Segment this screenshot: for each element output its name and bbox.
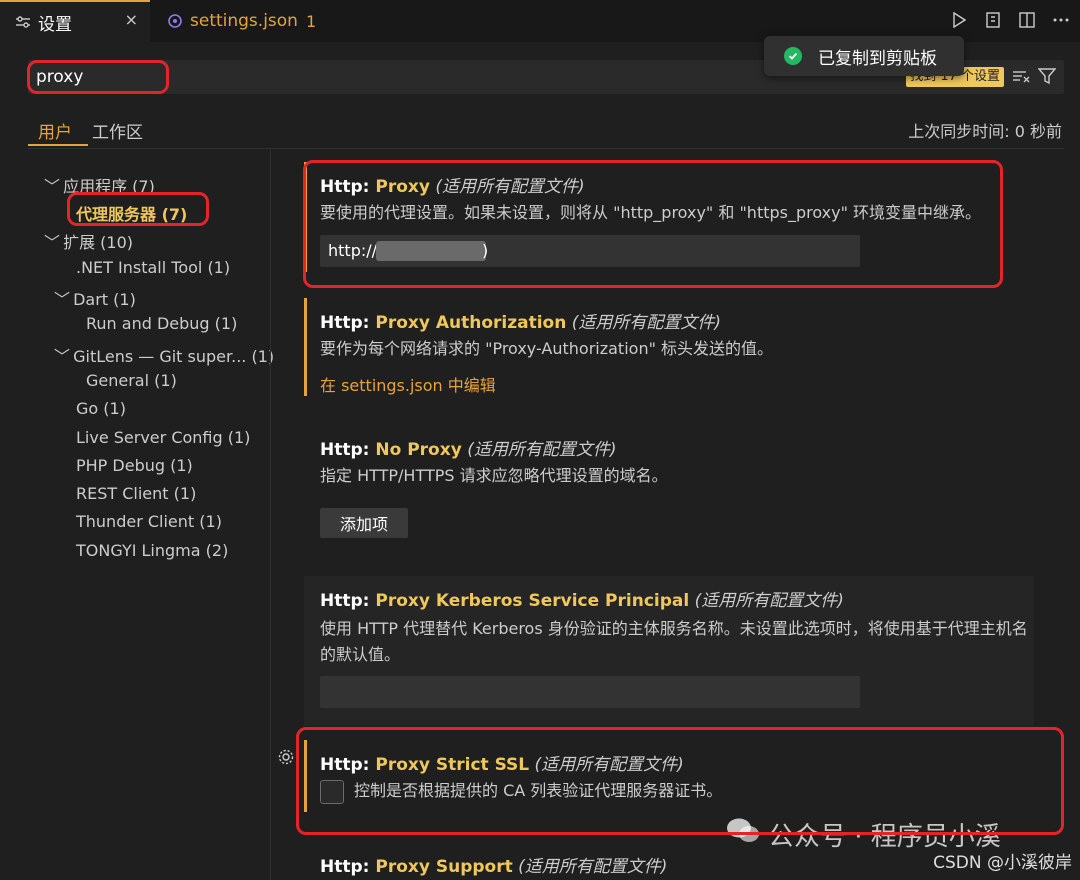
tab-settings-json-label: settings.json (190, 11, 298, 31)
sync-status: 上次同步时间: 0 秒前 (908, 122, 1062, 141)
chevron-down-icon: ﹀ (54, 347, 71, 366)
run-icon[interactable] (948, 9, 970, 31)
setting-title: Http: Proxy Authorization (适用所有配置文件) (320, 308, 721, 333)
settings-toc: ﹀ 应用程序 (7) 代理服务器 (7) ﹀ 扩展 (10) .NET Inst… (28, 160, 274, 880)
open-json-icon[interactable] (982, 9, 1004, 31)
setting-name: Proxy Authorization (375, 313, 567, 333)
setting-category: Http: (320, 591, 376, 611)
modified-indicator (304, 298, 307, 396)
close-icon[interactable]: × (125, 10, 138, 29)
toc-item-gitlens[interactable]: ﹀ GitLens — Git super... (1) (54, 343, 274, 367)
setting-description: 要作为每个网络请求的 "Proxy-Authorization" 标头发送的值。 (320, 339, 774, 358)
active-tab-underline (28, 144, 88, 146)
highlight-search (27, 60, 169, 94)
split-editor-icon[interactable] (1016, 9, 1038, 31)
setting-scope: (适用所有配置文件) (467, 440, 617, 460)
setting-scope: (适用所有配置文件) (571, 313, 722, 333)
setting-name: Proxy Support (375, 857, 513, 877)
toc-item-general[interactable]: General (1) (86, 371, 177, 390)
filter-icon[interactable] (1037, 68, 1057, 88)
setting-category: Http: (320, 857, 376, 877)
clear-filter-icon[interactable] (1012, 68, 1030, 88)
add-item-button[interactable]: 添加项 (320, 508, 408, 538)
tab-user[interactable]: 用户 (38, 118, 72, 143)
setting-description: 使用 HTTP 代理替代 Kerberos 身份验证的主体服务名称。未设置此选项… (320, 619, 1028, 664)
setting-scope: (适用所有配置文件) (694, 591, 844, 611)
setting-title: Http: No Proxy (适用所有配置文件) (320, 435, 616, 460)
toc-item-rest-client[interactable]: REST Client (1) (76, 484, 196, 503)
toc-item-extensions[interactable]: ﹀ 扩展 (10) (44, 229, 133, 253)
setting-http-proxy-kerberos: Http: Proxy Kerberos Service Principal (… (304, 576, 1034, 726)
kerberos-input[interactable] (320, 676, 860, 708)
setting-name: Proxy Kerberos Service Principal (375, 591, 690, 611)
setting-name: No Proxy (375, 440, 462, 460)
tab-workspace[interactable]: 工作区 (92, 118, 143, 143)
chevron-down-icon: ﹀ (54, 290, 71, 309)
tab-settings-json[interactable]: settings.json 1 (152, 0, 316, 42)
check-circle-icon (784, 47, 802, 65)
toast-message: 已复制到剪贴板 (818, 48, 937, 69)
setting-category: Http: (320, 440, 376, 460)
gear-icon[interactable] (277, 748, 295, 766)
settings-sliders-icon (14, 13, 32, 31)
more-icon[interactable] (1050, 9, 1072, 31)
setting-http-proxy-authorization: Http: Proxy Authorization (适用所有配置文件) 要作为… (304, 298, 1034, 396)
editor-actions (948, 9, 1072, 31)
csdn-watermark: CSDN @小溪彼岸 (933, 853, 1072, 873)
problem-count-badge: 1 (305, 11, 317, 31)
highlight-proxy-setting (303, 160, 1003, 288)
setting-title: Http: Proxy Kerberos Service Principal (… (320, 586, 844, 611)
edit-in-settings-json-link[interactable]: 在 settings.json 中编辑 (320, 372, 496, 396)
tab-settings-label: 设置 (38, 14, 72, 35)
toc-label: 扩展 (10) (63, 233, 134, 252)
toc-label: GitLens — Git super... (1) (73, 347, 275, 366)
toc-item-dart[interactable]: ﹀ Dart (1) (54, 286, 136, 310)
toc-item-dotnet[interactable]: .NET Install Tool (1) (76, 258, 230, 277)
toc-label: Dart (1) (73, 290, 136, 309)
toc-item-php-debug[interactable]: PHP Debug (1) (76, 456, 193, 475)
chevron-down-icon: ﹀ (44, 177, 61, 196)
toc-item-live-server[interactable]: Live Server Config (1) (76, 428, 250, 447)
setting-description: 指定 HTTP/HTTPS 请求应忽略代理设置的域名。 (320, 466, 668, 485)
highlight-strict-ssl (296, 727, 1064, 835)
setting-scope: (适用所有配置文件) (518, 857, 668, 877)
setting-category: Http: (320, 313, 376, 333)
json-brace-icon (166, 12, 184, 30)
highlight-toc-proxy (67, 192, 209, 226)
tab-settings[interactable]: 设置 × (0, 0, 150, 42)
toc-item-run-debug[interactable]: Run and Debug (1) (86, 314, 237, 333)
copied-toast: 已复制到剪贴板 (764, 36, 964, 76)
toc-item-go[interactable]: Go (1) (76, 399, 126, 418)
toc-item-thunder-client[interactable]: Thunder Client (1) (76, 512, 222, 531)
setting-title: Http: Proxy Support (适用所有配置文件) (320, 852, 667, 877)
divider (28, 148, 1064, 149)
chevron-down-icon: ﹀ (44, 233, 61, 252)
setting-http-no-proxy: Http: No Proxy (适用所有配置文件) 指定 HTTP/HTTPS … (304, 425, 1034, 545)
toc-item-tongyi[interactable]: TONGYI Lingma (2) (76, 541, 228, 560)
toc-divider (270, 150, 271, 880)
